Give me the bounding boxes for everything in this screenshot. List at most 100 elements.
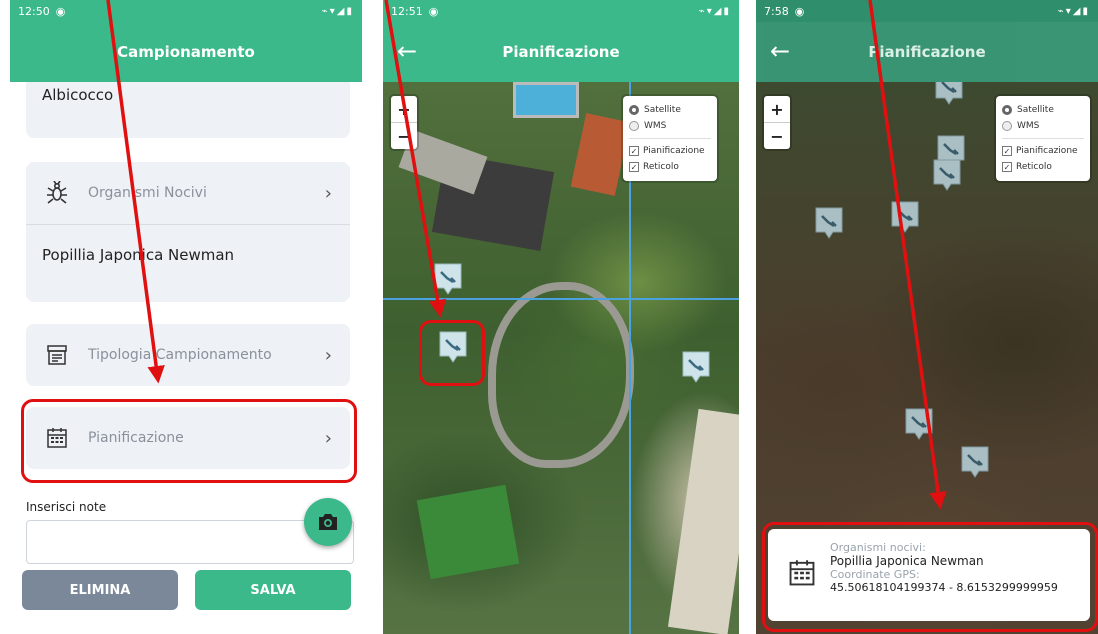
pianificazione-row[interactable]: Pianificazione › <box>26 407 350 469</box>
organismi-label: Organismi Nocivi <box>88 185 207 201</box>
zoom-out-button[interactable]: − <box>391 122 417 149</box>
radio-selected[interactable] <box>1002 105 1012 115</box>
trap-marker-icon[interactable] <box>433 262 463 296</box>
popup-gps-value: 45.50618104199374 - 8.6153299999959 <box>830 581 1058 594</box>
app-bar: Campionamento <box>10 22 362 82</box>
pianificazione-card[interactable]: Pianificazione › <box>26 407 350 469</box>
zoom-control: + − <box>764 96 790 149</box>
layer-pianificazione-label: Pianificazione <box>643 146 705 156</box>
status-bar: 12:50 ◉ ⌁▾◢▮ <box>10 0 362 22</box>
trap-marker-icon[interactable] <box>814 206 844 240</box>
screen-campionamento: 12:50 ◉ ⌁▾◢▮ Campionamento Albicocco Org… <box>10 0 362 634</box>
note-label: Inserisci note <box>26 500 107 514</box>
bug-icon <box>44 180 70 206</box>
system-icons: ⌁▾◢▮ <box>321 5 354 17</box>
camera-icon <box>319 514 337 530</box>
layer-control: Satellite WMS ✓ Pianificazione ✓ Reticolo <box>996 96 1090 181</box>
layer-satellite-label: Satellite <box>1017 105 1054 115</box>
organismi-value: Popillia Japonica Newman <box>42 246 235 264</box>
chevron-right-icon: › <box>324 182 332 204</box>
app-notification-icon: ◉ <box>55 4 66 18</box>
status-time: 12:51 <box>391 4 423 18</box>
organismi-row[interactable]: Organismi Nocivi › <box>26 162 350 224</box>
app-bar: ← Pianificazione <box>383 22 739 82</box>
layer-control: Satellite WMS ✓ Pianificazione ✓ Reticolo <box>623 96 717 181</box>
calendar-icon <box>789 560 815 586</box>
trap-marker-icon[interactable] <box>960 445 990 479</box>
reticolo-line-horizontal <box>383 298 739 300</box>
screen-pianificazione-detail: 7:58 ◉ ⌁▾◢▮ ← Pianificazione + − Satelli… <box>756 0 1098 634</box>
screen-pianificazione-map: 12:51 ◉ ⌁▾◢▮ ← Pianificazione + − Satell… <box>383 0 739 634</box>
app-bar: ← Pianificazione <box>756 22 1098 82</box>
system-icons: ⌁▾◢▮ <box>698 5 731 17</box>
satellite-map[interactable]: + − Satellite WMS ✓ Pianificazione ✓ Retic… <box>383 82 739 634</box>
layer-pianificazione[interactable]: ✓ Pianificazione <box>629 143 711 159</box>
back-arrow-icon[interactable]: ← <box>397 36 417 66</box>
pool-shape <box>513 82 579 118</box>
popup-organismi-value: Popillia Japonica Newman <box>830 554 984 568</box>
chevron-right-icon: › <box>324 344 332 366</box>
status-time: 12:50 <box>18 4 50 18</box>
road-loop-shape <box>488 282 634 468</box>
layer-wms[interactable]: WMS <box>629 118 711 134</box>
radio-selected[interactable] <box>629 105 639 115</box>
page-title: Campionamento <box>117 43 255 61</box>
trap-marker-icon[interactable] <box>890 200 920 234</box>
back-arrow-icon[interactable]: ← <box>770 36 790 66</box>
layer-reticolo-label: Reticolo <box>643 162 679 172</box>
layer-wms-label: WMS <box>644 121 667 131</box>
zoom-out-button[interactable]: − <box>764 122 790 149</box>
marker-info-popup: Organismi nocivi: Popillia Japonica Newm… <box>768 529 1090 621</box>
page-title: Pianificazione <box>502 43 620 61</box>
layer-reticolo-label: Reticolo <box>1016 162 1052 172</box>
satellite-map[interactable]: + − Satellite WMS ✓ Pianificazione ✓ Retic… <box>756 82 1098 634</box>
zoom-in-button[interactable]: + <box>391 96 417 122</box>
trap-marker-icon[interactable] <box>934 82 964 106</box>
river-bed-shape <box>667 408 739 634</box>
layer-pianificazione-label: Pianificazione <box>1016 146 1078 156</box>
chevron-right-icon: › <box>324 427 332 449</box>
radio[interactable] <box>1002 121 1012 131</box>
status-time: 7:58 <box>764 4 789 18</box>
elimina-button[interactable]: ELIMINA <box>22 570 178 610</box>
checkbox-checked[interactable]: ✓ <box>1002 162 1012 172</box>
zoom-in-button[interactable]: + <box>764 96 790 122</box>
trap-marker-icon[interactable] <box>932 158 962 192</box>
page-title: Pianificazione <box>868 43 986 61</box>
checkbox-checked[interactable]: ✓ <box>629 146 639 156</box>
layer-satellite[interactable]: Satellite <box>629 102 711 118</box>
radio[interactable] <box>629 121 639 131</box>
trap-marker-icon[interactable] <box>681 350 711 384</box>
tipologia-row[interactable]: Tipologia Campionamento › <box>26 324 350 386</box>
tipologia-label: Tipologia Campionamento <box>88 347 272 363</box>
layer-satellite-label: Satellite <box>644 105 681 115</box>
app-notification-icon: ◉ <box>428 4 439 18</box>
app-notification-icon: ◉ <box>794 4 805 18</box>
salva-button[interactable]: SALVA <box>195 570 351 610</box>
layer-reticolo[interactable]: ✓ Reticolo <box>1002 159 1084 175</box>
zoom-control: + − <box>391 96 417 149</box>
system-icons: ⌁▾◢▮ <box>1057 5 1090 17</box>
checkbox-checked[interactable]: ✓ <box>629 162 639 172</box>
layer-reticolo[interactable]: ✓ Reticolo <box>629 159 711 175</box>
popup-organismi-label: Organismi nocivi: <box>830 541 926 554</box>
status-bar: 12:51 ◉ ⌁▾◢▮ <box>383 0 739 22</box>
pianificazione-label: Pianificazione <box>88 430 184 446</box>
field-shape <box>416 484 520 580</box>
tipologia-card[interactable]: Tipologia Campionamento › <box>26 324 350 386</box>
camera-button[interactable] <box>304 498 352 546</box>
popup-gps-label: Coordinate GPS: <box>830 568 920 581</box>
layer-pianificazione[interactable]: ✓ Pianificazione <box>1002 143 1084 159</box>
status-bar: 7:58 ◉ ⌁▾◢▮ <box>756 0 1098 22</box>
trap-marker-icon[interactable] <box>904 407 934 441</box>
form-icon <box>44 342 70 368</box>
checkbox-checked[interactable]: ✓ <box>1002 146 1012 156</box>
layer-wms[interactable]: WMS <box>1002 118 1084 134</box>
organismi-card: Organismi Nocivi › Popillia Japonica New… <box>26 162 350 302</box>
layer-wms-label: WMS <box>1017 121 1040 131</box>
calendar-icon <box>44 425 70 451</box>
layer-satellite[interactable]: Satellite <box>1002 102 1084 118</box>
tree-card[interactable]: Albicocco <box>26 74 350 138</box>
trap-marker-icon[interactable] <box>438 330 468 364</box>
tennis-court-shape <box>570 113 631 196</box>
